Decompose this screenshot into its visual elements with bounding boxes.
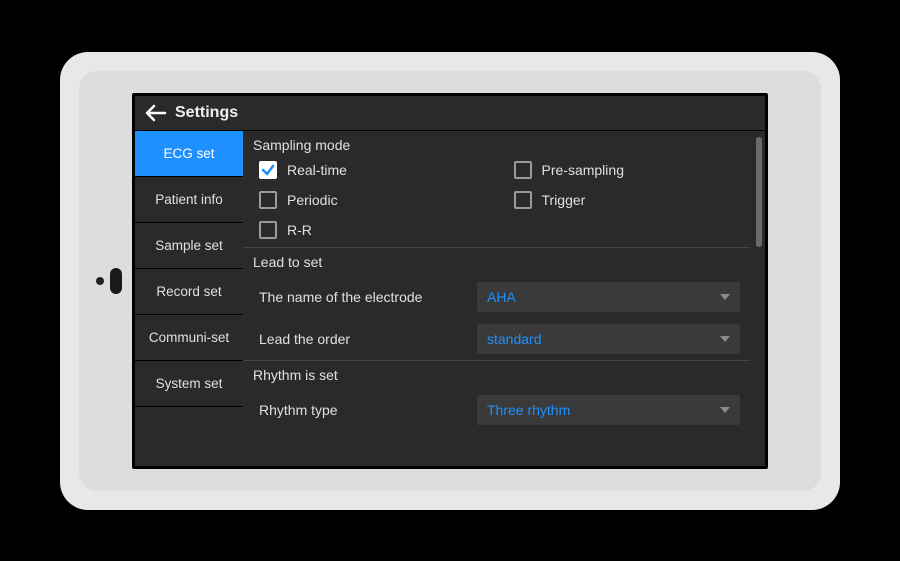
option-label: Real-time xyxy=(287,162,347,178)
select-value: Three rhythm xyxy=(487,402,570,418)
tablet-frame: Settings ECG set Patient info Sample set… xyxy=(60,52,840,510)
sidebar-item-sample-set[interactable]: Sample set xyxy=(135,223,243,269)
sidebar-item-record-set[interactable]: Record set xyxy=(135,269,243,315)
section-title-rhythm-set: Rhythm is set xyxy=(243,361,750,389)
chevron-down-icon xyxy=(720,407,730,413)
sampling-mode-options: Real-time Pre-sampling xyxy=(243,159,750,247)
tablet-home-button[interactable] xyxy=(110,268,122,294)
row-electrode-name: The name of the electrode AHA xyxy=(243,276,750,318)
option-label: Periodic xyxy=(287,192,338,208)
tablet-inner-rim: Settings ECG set Patient info Sample set… xyxy=(79,71,821,491)
option-pre-sampling[interactable]: Pre-sampling xyxy=(514,161,739,179)
sidebar-item-communi-set[interactable]: Communi-set xyxy=(135,315,243,361)
form-label: The name of the electrode xyxy=(259,289,469,305)
checkbox-icon xyxy=(259,161,277,179)
row-rhythm-type: Rhythm type Three rhythm xyxy=(243,389,750,431)
chevron-down-icon xyxy=(720,336,730,342)
select-lead-order[interactable]: standard xyxy=(477,324,740,354)
checkbox-icon xyxy=(259,221,277,239)
page-title: Settings xyxy=(175,104,238,122)
option-label: Trigger xyxy=(542,192,586,208)
option-r-r[interactable]: R-R xyxy=(259,221,484,239)
checkbox-icon xyxy=(514,161,532,179)
select-rhythm-type[interactable]: Three rhythm xyxy=(477,395,740,425)
option-real-time[interactable]: Real-time xyxy=(259,161,484,179)
content-scroll: Sampling mode Real-time xyxy=(243,131,756,466)
main: Sampling mode Real-time xyxy=(243,131,765,466)
checkbox-icon xyxy=(259,191,277,209)
select-value: standard xyxy=(487,331,541,347)
row-lead-order: Lead the order standard xyxy=(243,318,750,360)
option-label: Pre-sampling xyxy=(542,162,624,178)
option-label: R-R xyxy=(287,222,312,238)
form-label: Lead the order xyxy=(259,331,469,347)
select-electrode-name[interactable]: AHA xyxy=(477,282,740,312)
section-title-sampling-mode: Sampling mode xyxy=(243,131,750,159)
form-label: Rhythm type xyxy=(259,402,469,418)
sidebar: ECG set Patient info Sample set Record s… xyxy=(135,131,243,466)
sidebar-item-ecg-set[interactable]: ECG set xyxy=(135,131,243,177)
sidebar-item-system-set[interactable]: System set xyxy=(135,361,243,407)
section-title-lead-to-set: Lead to set xyxy=(243,248,750,276)
screen: Settings ECG set Patient info Sample set… xyxy=(132,93,768,469)
option-trigger[interactable]: Trigger xyxy=(514,191,739,209)
select-value: AHA xyxy=(487,289,516,305)
sidebar-item-patient-info[interactable]: Patient info xyxy=(135,177,243,223)
header-bar: Settings xyxy=(135,96,765,131)
chevron-down-icon xyxy=(720,294,730,300)
option-periodic[interactable]: Periodic xyxy=(259,191,484,209)
body: ECG set Patient info Sample set Record s… xyxy=(135,131,765,466)
tablet-camera xyxy=(96,277,104,285)
scroll-thumb[interactable] xyxy=(756,137,762,247)
back-icon[interactable] xyxy=(145,104,167,122)
checkbox-icon xyxy=(514,191,532,209)
scrollbar[interactable] xyxy=(756,137,762,460)
